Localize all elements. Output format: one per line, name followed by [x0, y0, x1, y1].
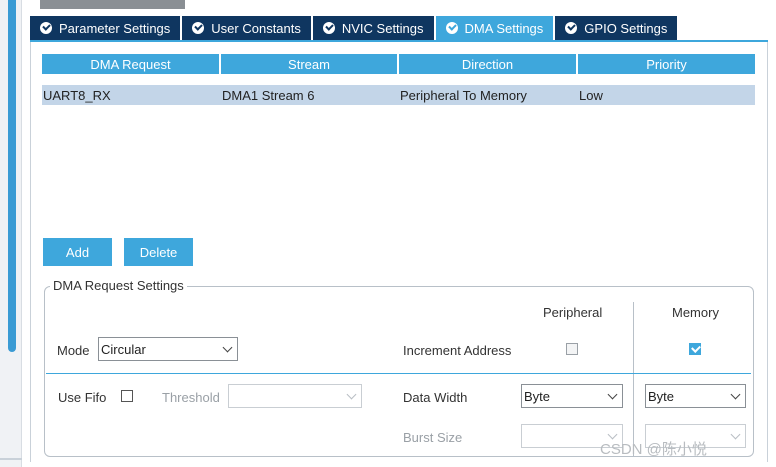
column-divider: [633, 302, 634, 457]
header-stream[interactable]: Stream: [221, 54, 397, 74]
delete-button[interactable]: Delete: [124, 238, 193, 266]
header-direction[interactable]: Direction: [399, 54, 576, 74]
tab-label: GPIO Settings: [584, 20, 668, 36]
increment-memory-checkbox[interactable]: [689, 343, 701, 355]
chevron-down-icon: [607, 389, 618, 400]
mode-select[interactable]: Circular: [98, 337, 238, 361]
increment-address-label: Increment Address: [403, 343, 512, 358]
add-button[interactable]: Add: [43, 238, 112, 266]
group-legend: DMA Request Settings: [50, 278, 187, 293]
chevron-down-icon: [346, 389, 357, 400]
header-dma-request[interactable]: DMA Request: [42, 54, 219, 74]
burst-size-label: Burst Size: [403, 430, 463, 445]
scrollbar-divider: [0, 458, 22, 460]
cell-priority[interactable]: Low: [578, 85, 755, 105]
table-header: DMA Request Stream Direction Priority: [42, 54, 755, 74]
header-priority[interactable]: Priority: [578, 54, 755, 74]
peripheral-header: Peripheral: [543, 305, 603, 320]
mode-value: Circular: [101, 341, 146, 357]
scrollbar-thumb[interactable]: [8, 0, 16, 352]
data-width-memory-select[interactable]: Byte: [645, 384, 746, 408]
tab-parameter-settings[interactable]: Parameter Settings: [30, 16, 181, 40]
top-cut-button[interactable]: [40, 0, 185, 9]
cell-direction[interactable]: Peripheral To Memory: [399, 85, 576, 105]
use-fifo-label: Use Fifo: [58, 390, 107, 405]
tab-dma-settings[interactable]: DMA Settings: [435, 16, 554, 40]
threshold-label: Threshold: [162, 390, 220, 405]
tab-nvic-settings[interactable]: NVIC Settings: [312, 16, 434, 40]
data-width-label: Data Width: [403, 390, 468, 405]
cell-dma-request[interactable]: UART8_RX: [42, 85, 219, 105]
memory-header: Memory: [672, 305, 719, 320]
use-fifo-checkbox[interactable]: [121, 390, 133, 402]
tab-label: DMA Settings: [464, 20, 544, 36]
data-width-peripheral-value: Byte: [524, 388, 551, 404]
left-scrollbar[interactable]: [0, 0, 22, 467]
increment-peripheral-checkbox[interactable]: [566, 343, 578, 355]
threshold-select[interactable]: [228, 384, 362, 408]
watermark: CSDN @陈小悦: [600, 441, 707, 458]
row-divider: [46, 373, 751, 374]
check-circle-icon: [445, 22, 458, 34]
tab-label: NVIC Settings: [341, 20, 424, 36]
table-row[interactable]: UART8_RX DMA1 Stream 6 Peripheral To Mem…: [42, 85, 755, 105]
data-width-memory-value: Byte: [648, 388, 675, 404]
check-circle-icon: [192, 22, 205, 34]
chevron-down-icon: [222, 342, 233, 353]
chevron-down-icon: [730, 429, 741, 440]
settings-tabbar: Parameter Settings User Constants NVIC S…: [30, 16, 679, 40]
dma-request-table: DMA Request Stream Direction Priority UA…: [42, 54, 755, 105]
check-circle-icon: [565, 22, 578, 34]
data-width-peripheral-select[interactable]: Byte: [521, 384, 623, 408]
cell-stream[interactable]: DMA1 Stream 6: [221, 85, 397, 105]
tab-gpio-settings[interactable]: GPIO Settings: [555, 16, 678, 40]
tab-user-constants[interactable]: User Constants: [182, 16, 311, 40]
check-circle-icon: [322, 22, 335, 34]
check-circle-icon: [40, 22, 52, 34]
mode-label: Mode: [57, 343, 90, 358]
tab-label: User Constants: [211, 20, 301, 36]
tab-label: Parameter Settings: [59, 20, 171, 36]
chevron-down-icon: [730, 389, 741, 400]
